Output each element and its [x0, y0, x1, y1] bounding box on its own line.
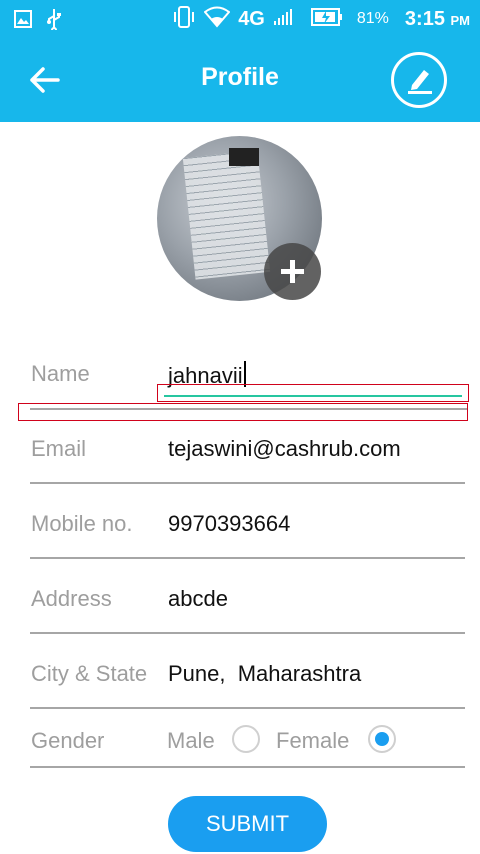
battery-icon [310, 7, 343, 32]
email-label: Email [31, 436, 87, 461]
pencil-icon [408, 70, 432, 94]
city-state-field[interactable]: Pune, Maharashtra [168, 661, 361, 687]
network-type: 4G [238, 7, 265, 30]
city-state-divider [30, 707, 465, 709]
clock-time: 3:15 [404, 7, 445, 30]
address-divider [30, 632, 465, 634]
gender-male-label: Male [167, 728, 215, 753]
vibrate-icon [172, 5, 196, 34]
highlight-box [157, 384, 469, 402]
gender-female-label: Female [276, 728, 350, 753]
mobile-field[interactable]: 9970393664 [168, 511, 290, 537]
photo-clip [229, 148, 259, 166]
name-label: Name [31, 361, 90, 386]
address-label: Address [31, 586, 112, 611]
mobile-divider [30, 557, 465, 559]
name-divider [30, 408, 467, 410]
email-field[interactable]: tejaswini@cashrub.com [168, 436, 401, 462]
address-field[interactable]: abcde [168, 586, 228, 612]
app-bar: Profile [0, 38, 480, 122]
status-bar: 4G 81% 3:15 PM [0, 0, 480, 38]
battery-percent: 81% [356, 10, 389, 27]
mobile-label: Mobile no. [31, 511, 133, 536]
gender-label: Gender [31, 728, 105, 753]
gender-divider [30, 766, 465, 768]
add-photo-button[interactable] [264, 243, 321, 300]
name-underline-active [164, 395, 462, 397]
signal-icon [273, 8, 293, 31]
gallery-icon [14, 10, 32, 33]
usb-icon [46, 8, 62, 35]
edit-button[interactable] [391, 52, 447, 108]
clock-ampm: PM [450, 12, 471, 28]
gender-female-radio[interactable] [368, 725, 396, 753]
email-divider [30, 482, 465, 484]
wifi-icon [203, 6, 231, 33]
highlight-box-2 [18, 403, 468, 421]
photo-content [182, 150, 271, 280]
city-state-label: City & State [31, 661, 148, 686]
submit-button[interactable]: SUBMIT [168, 796, 327, 852]
gender-male-radio[interactable] [232, 725, 260, 753]
clock: 3:15 PM [405, 8, 470, 31]
